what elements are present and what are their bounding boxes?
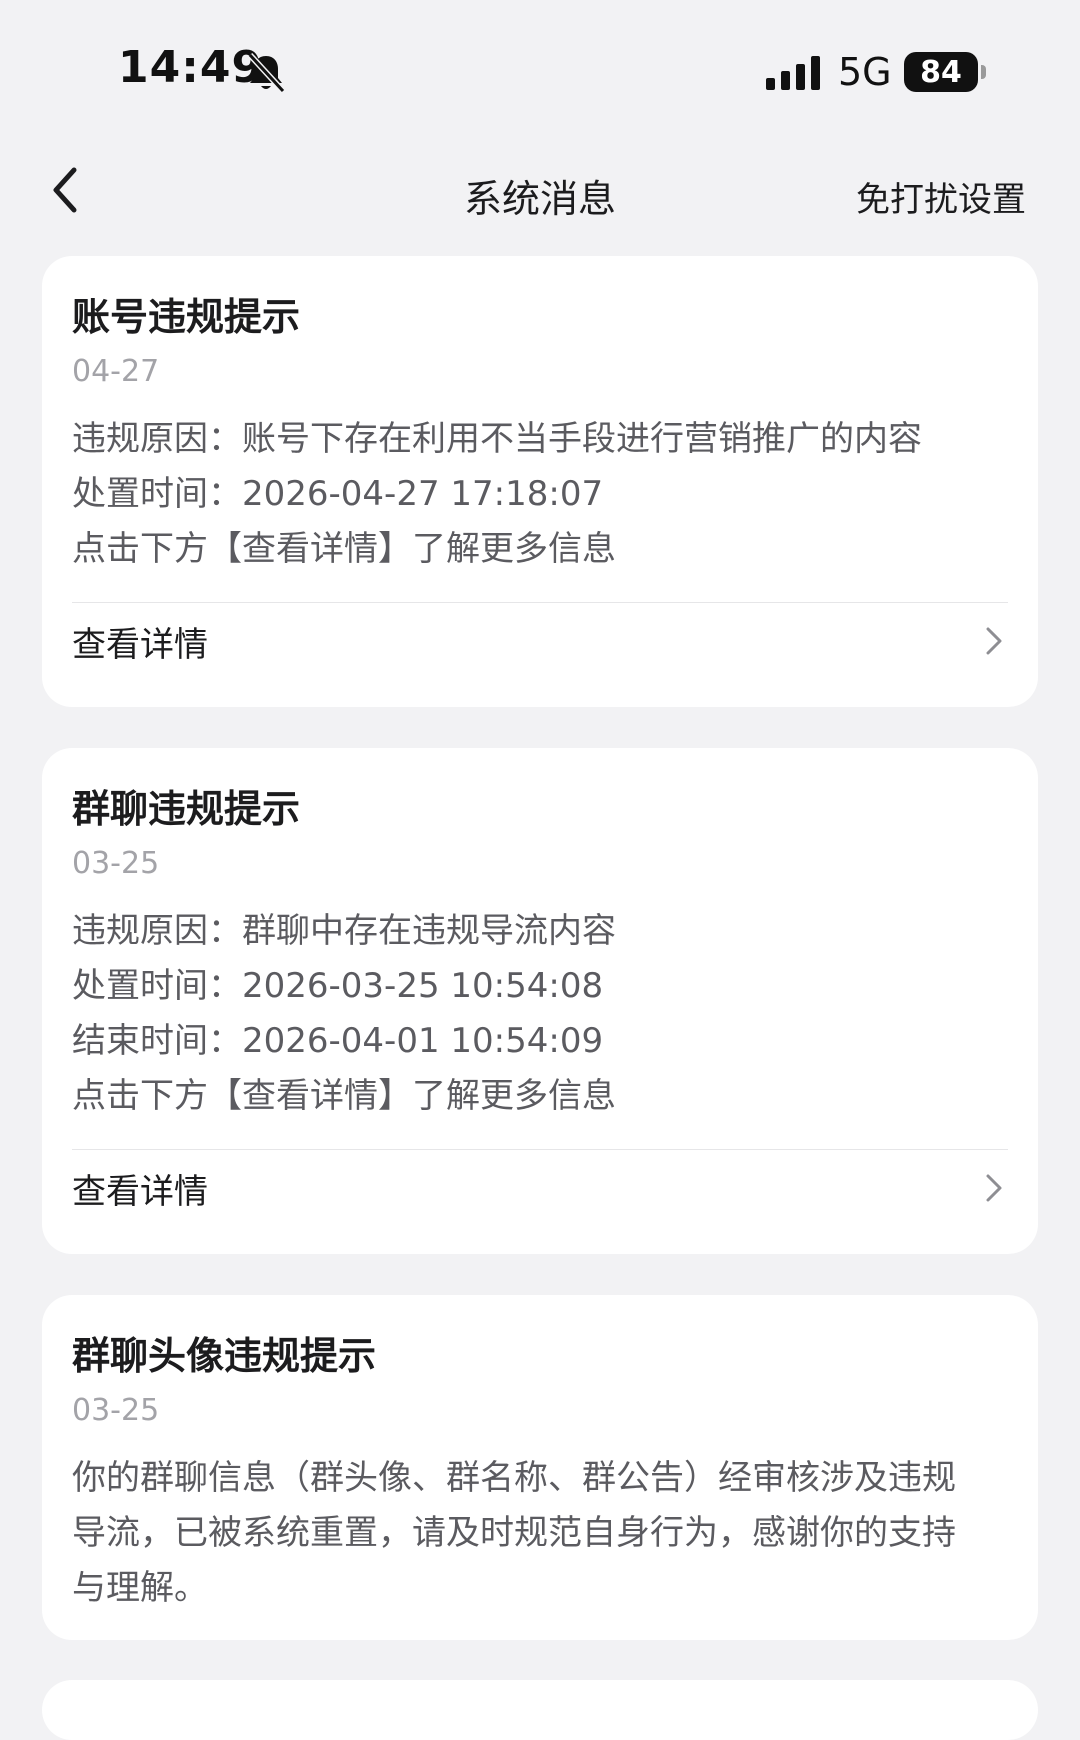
end-time: 结束时间：2026-04-01 10:54:09 <box>72 1021 604 1061</box>
message-card-partial <box>42 1680 1038 1740</box>
handling-time: 处置时间：2026-04-27 17:18:07 <box>72 474 604 514</box>
card-date: 03-25 <box>72 846 160 881</box>
violation-reason: 违规原因：账号下存在利用不当手段进行营销推广的内容 <box>72 419 922 459</box>
chevron-right-icon <box>986 627 1002 655</box>
chevron-right-icon <box>986 1174 1002 1202</box>
status-bar: 14:49 5G 84 <box>0 0 1080 140</box>
card-body: 违规原因：群聊中存在违规导流内容 处置时间：2026-03-25 10:54:0… <box>72 904 1008 1124</box>
message-card-group-violation: 群聊违规提示 03-25 违规原因：群聊中存在违规导流内容 处置时间：2026-… <box>42 748 1038 1254</box>
violation-reason: 违规原因：群聊中存在违规导流内容 <box>72 911 616 951</box>
card-date: 04-27 <box>72 354 160 389</box>
detail-hint: 点击下方【查看详情】了解更多信息 <box>72 1076 616 1116</box>
card-title: 账号违规提示 <box>72 295 301 339</box>
battery-icon: 84 <box>904 52 988 92</box>
message-card-group-avatar-violation: 群聊头像违规提示 03-25 你的群聊信息（群头像、群名称、群公告）经审核涉及违… <box>42 1295 1038 1640</box>
status-time: 14:49 <box>118 42 264 93</box>
card-body: 你的群聊信息（群头像、群名称、群公告）经审核涉及违规导流，已被系统重置，请及时规… <box>72 1451 988 1616</box>
message-card-account-violation: 账号违规提示 04-27 违规原因：账号下存在利用不当手段进行营销推广的内容 处… <box>42 256 1038 707</box>
card-title: 群聊违规提示 <box>72 787 301 831</box>
bell-off-icon <box>247 52 286 94</box>
view-details-button[interactable]: 查看详情 <box>72 603 1008 683</box>
battery-level: 84 <box>904 52 978 92</box>
battery-tip <box>981 65 986 79</box>
signal-icon <box>766 56 820 90</box>
card-title: 群聊头像违规提示 <box>72 1334 377 1378</box>
view-details-label: 查看详情 <box>72 625 208 665</box>
do-not-disturb-settings-button[interactable]: 免打扰设置 <box>856 172 1026 221</box>
nav-bar: 系统消息 免打扰设置 <box>0 140 1080 240</box>
card-body: 违规原因：账号下存在利用不当手段进行营销推广的内容 处置时间：2026-04-2… <box>72 412 1008 577</box>
violation-description: 你的群聊信息（群头像、群名称、群公告）经审核涉及违规导流，已被系统重置，请及时规… <box>72 1458 956 1608</box>
handling-time: 处置时间：2026-03-25 10:54:08 <box>72 966 604 1006</box>
view-details-label: 查看详情 <box>72 1172 208 1212</box>
detail-hint: 点击下方【查看详情】了解更多信息 <box>72 529 616 569</box>
card-date: 03-25 <box>72 1393 160 1428</box>
view-details-button[interactable]: 查看详情 <box>72 1150 1008 1230</box>
network-type: 5G <box>838 50 892 94</box>
